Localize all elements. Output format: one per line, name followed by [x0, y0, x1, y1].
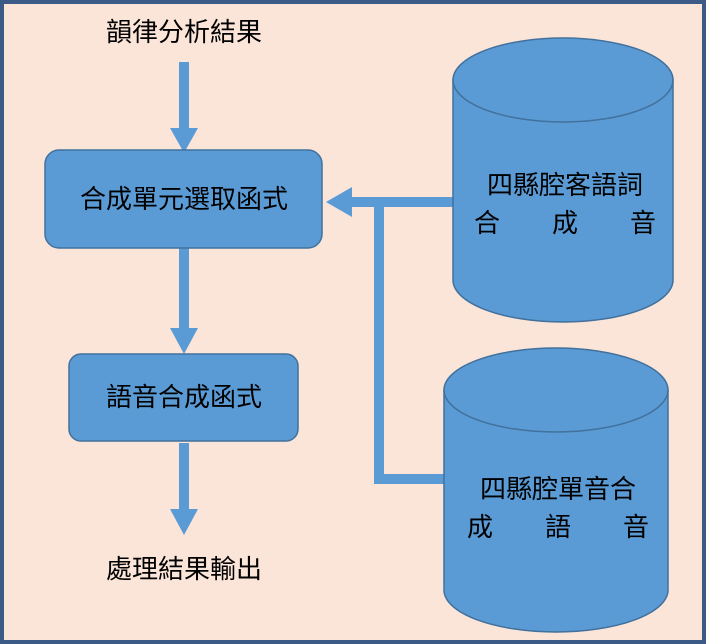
database-bottom-line2: 成 語 音	[467, 513, 649, 543]
database-top-line1: 四縣腔客語詞	[487, 171, 643, 201]
database-top-line2: 合 成 音	[474, 209, 656, 239]
database-bottom-line1: 四縣腔單音合	[480, 475, 636, 505]
synth-function-label: 語音合成函式	[106, 383, 262, 413]
database-bottom: 四縣腔單音合 成 語 音	[443, 347, 669, 633]
select-function-label: 合成單元選取函式	[80, 185, 288, 215]
output-label: 處理結果輸出	[106, 555, 262, 585]
flow-diagram: 合成單元選取函式 語音合成函式 韻律分析結果 處理結果輸出 四縣腔客語詞 合 成…	[0, 0, 706, 644]
database-top: 四縣腔客語詞 合 成 音	[452, 37, 674, 323]
input-label: 韻律分析結果	[106, 18, 262, 48]
